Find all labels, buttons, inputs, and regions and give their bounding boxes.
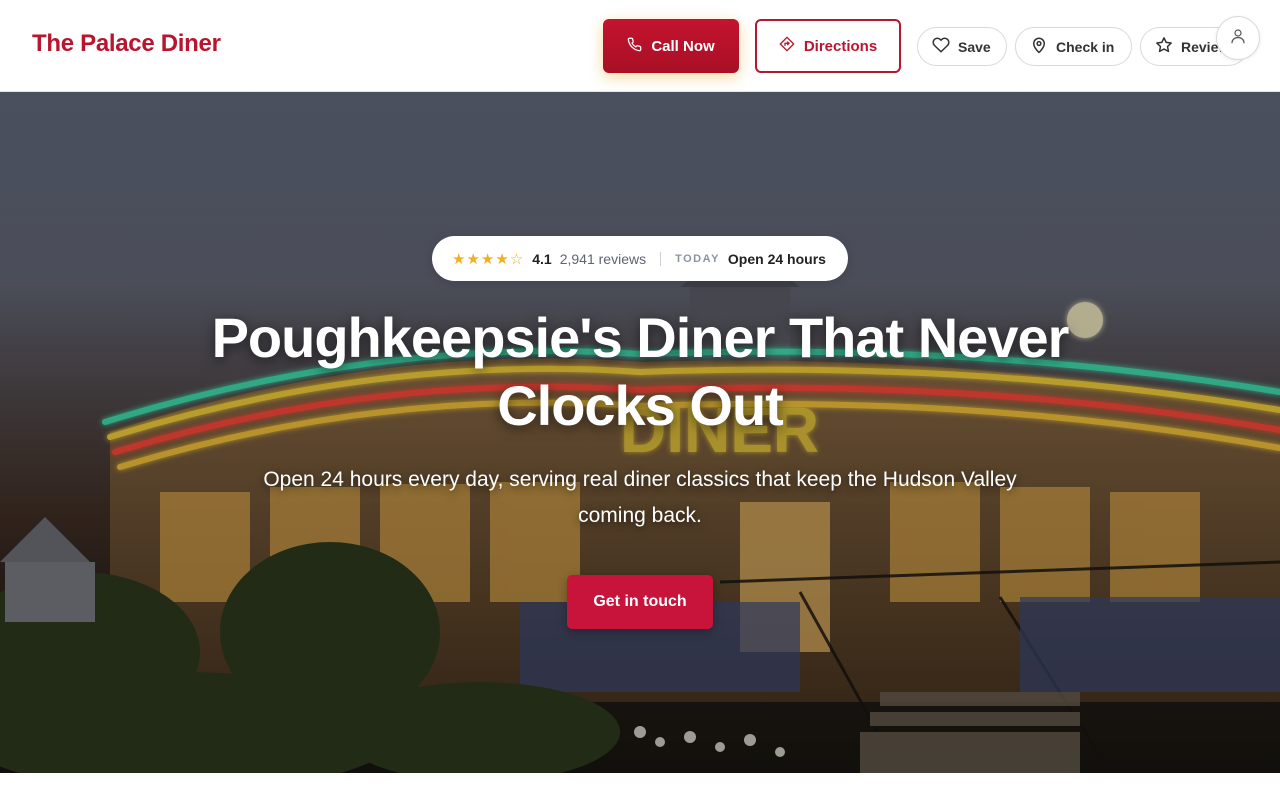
- hero-title: Poughkeepsie's Diner That Never Clocks O…: [211, 306, 1070, 437]
- rating-value: 4.1: [532, 250, 552, 267]
- review-count[interactable]: 2,941 reviews: [560, 251, 646, 267]
- check-in-button[interactable]: Check in: [1015, 27, 1132, 66]
- heart-icon: [932, 36, 950, 57]
- hero-subtitle: Open 24 hours every day, serving real di…: [263, 468, 1017, 527]
- user-icon: [1229, 27, 1247, 50]
- today-label: TODAY: [675, 252, 720, 265]
- rating-badge: ★★★★☆ 4.1 2,941 reviews TODAY Open 24 ho…: [432, 236, 848, 281]
- divider: [660, 251, 662, 266]
- site-header: The Palace Diner Call Now Directions Sav…: [0, 0, 1280, 92]
- directions-label: Directions: [803, 37, 878, 55]
- rating-stars: ★★★★☆: [452, 250, 525, 268]
- map-pin-icon: [1030, 36, 1048, 57]
- hero-section: DINER ★★★★☆ 4.1 2,941 reviews TODAY Open…: [0, 92, 1280, 773]
- directions-icon: [779, 36, 795, 56]
- save-button[interactable]: Save: [917, 27, 1007, 66]
- get-in-touch-button[interactable]: Get in touch: [567, 575, 713, 629]
- brand-name[interactable]: The Palace Diner: [32, 30, 221, 58]
- phone-icon: [627, 37, 642, 56]
- call-now-label: Call Now: [651, 37, 715, 55]
- directions-button[interactable]: Directions: [755, 19, 901, 73]
- account-button[interactable]: [1216, 16, 1260, 60]
- call-now-button[interactable]: Call Now: [603, 19, 739, 73]
- star-icon: [1155, 36, 1173, 57]
- hours-text: Open 24 hours: [727, 250, 826, 267]
- save-label: Save: [958, 38, 991, 55]
- check-in-label: Check in: [1056, 38, 1115, 55]
